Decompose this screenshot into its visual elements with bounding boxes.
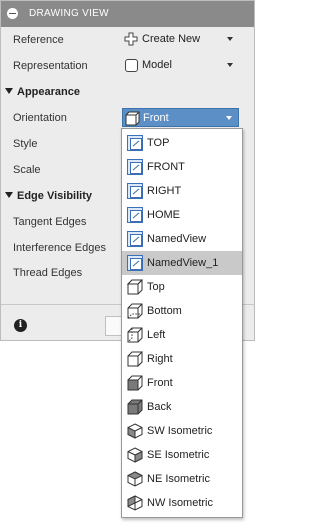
edge-visibility-section[interactable]: Edge Visibility — [5, 190, 92, 202]
representation-value: Model — [142, 59, 172, 71]
iso-se-icon — [127, 447, 143, 463]
orientation-option[interactable]: NW Isometric — [122, 491, 242, 515]
orientation-option[interactable]: SE Isometric — [122, 443, 242, 467]
cube-back-icon — [127, 399, 143, 415]
model-icon — [125, 59, 138, 72]
representation-dropdown[interactable]: Model — [122, 56, 239, 75]
orientation-option-label: HOME — [147, 209, 180, 221]
cube-left-icon — [127, 326, 143, 343]
cube-front-icon — [125, 111, 140, 126]
iso-ne-icon — [126, 471, 144, 487]
orientation-option[interactable]: Bottom — [122, 299, 242, 323]
info-icon[interactable]: i — [14, 319, 27, 332]
orientation-option[interactable]: SW Isometric — [122, 419, 242, 443]
cube-right-icon — [127, 350, 143, 368]
plus-icon — [124, 32, 138, 46]
orientation-option[interactable]: Top — [122, 275, 242, 299]
orientation-option-label: NamedView_1 — [147, 257, 219, 269]
iso-nw-icon — [127, 495, 143, 511]
scale-label: Scale — [13, 164, 41, 176]
orientation-option-label: RIGHT — [147, 185, 182, 197]
orientation-option-label: NamedView — [147, 233, 207, 245]
orientation-option[interactable]: RIGHT — [122, 179, 242, 203]
chevron-down-icon — [227, 63, 233, 67]
orientation-option-label: TOP — [147, 137, 170, 149]
named-view-icon — [127, 159, 143, 175]
appearance-section[interactable]: Appearance — [5, 86, 80, 98]
thread-edges-label: Thread Edges — [13, 267, 83, 279]
orientation-option[interactable]: Right — [122, 347, 242, 371]
appearance-section-label: Appearance — [17, 86, 80, 98]
orientation-option-label: Back — [147, 401, 172, 413]
orientation-options-list: TOP FRONT RIGHT HOME NamedView NamedView_1 Top… — [121, 128, 243, 518]
named-view-icon — [127, 183, 143, 199]
cube-top-icon — [126, 279, 144, 295]
reference-dropdown[interactable]: Create New — [122, 30, 239, 49]
orientation-option-label: Top — [147, 281, 165, 293]
orientation-option[interactable]: TOP — [122, 131, 242, 155]
orientation-option[interactable]: NamedView — [122, 227, 242, 251]
orientation-option[interactable]: Back — [122, 395, 242, 419]
orientation-option-label: SE Isometric — [147, 449, 210, 461]
orientation-dropdown[interactable]: Front — [122, 108, 239, 127]
orientation-option-label: NW Isometric — [147, 497, 213, 509]
style-label: Style — [13, 138, 38, 150]
orientation-option[interactable]: Front — [122, 371, 242, 395]
chevron-down-icon — [227, 37, 233, 41]
iso-sw-icon — [127, 423, 143, 439]
named-view-icon — [127, 255, 143, 271]
orientation-option-label: Bottom — [147, 305, 182, 317]
orientation-label: Orientation — [13, 112, 67, 124]
orientation-option-label: Right — [147, 353, 173, 365]
edge-visibility-section-label: Edge Visibility — [17, 190, 92, 202]
named-view-icon — [127, 135, 143, 151]
named-view-icon — [127, 231, 143, 247]
orientation-option[interactable]: NE Isometric — [122, 467, 242, 491]
collapse-icon[interactable] — [7, 8, 18, 19]
orientation-option[interactable]: Left — [122, 323, 242, 347]
orientation-option-label: Left — [147, 329, 166, 341]
reference-value: Create New — [142, 33, 201, 45]
interference-edges-label: Interference Edges — [13, 242, 106, 254]
tangent-edges-label: Tangent Edges — [13, 216, 87, 228]
cube-front-icon — [127, 375, 143, 391]
orientation-option[interactable]: FRONT — [122, 155, 242, 179]
orientation-option-label: FRONT — [147, 161, 185, 173]
panel-header: DRAWING VIEW — [1, 1, 254, 27]
orientation-option-label: SW Isometric — [147, 425, 213, 437]
representation-label: Representation — [13, 60, 88, 72]
expand-triangle-icon — [5, 88, 13, 94]
chevron-down-icon — [226, 116, 232, 120]
orientation-value: Front — [143, 112, 169, 124]
panel-title: DRAWING VIEW — [29, 8, 109, 19]
orientation-option-label: NE Isometric — [147, 473, 210, 485]
orientation-option-label: Front — [147, 377, 173, 389]
orientation-option[interactable]: NamedView_1 — [122, 251, 242, 275]
named-view-icon — [127, 207, 143, 223]
cube-bottom-icon — [127, 303, 143, 319]
reference-label: Reference — [13, 34, 64, 46]
expand-triangle-icon — [5, 192, 13, 198]
orientation-option[interactable]: HOME — [122, 203, 242, 227]
